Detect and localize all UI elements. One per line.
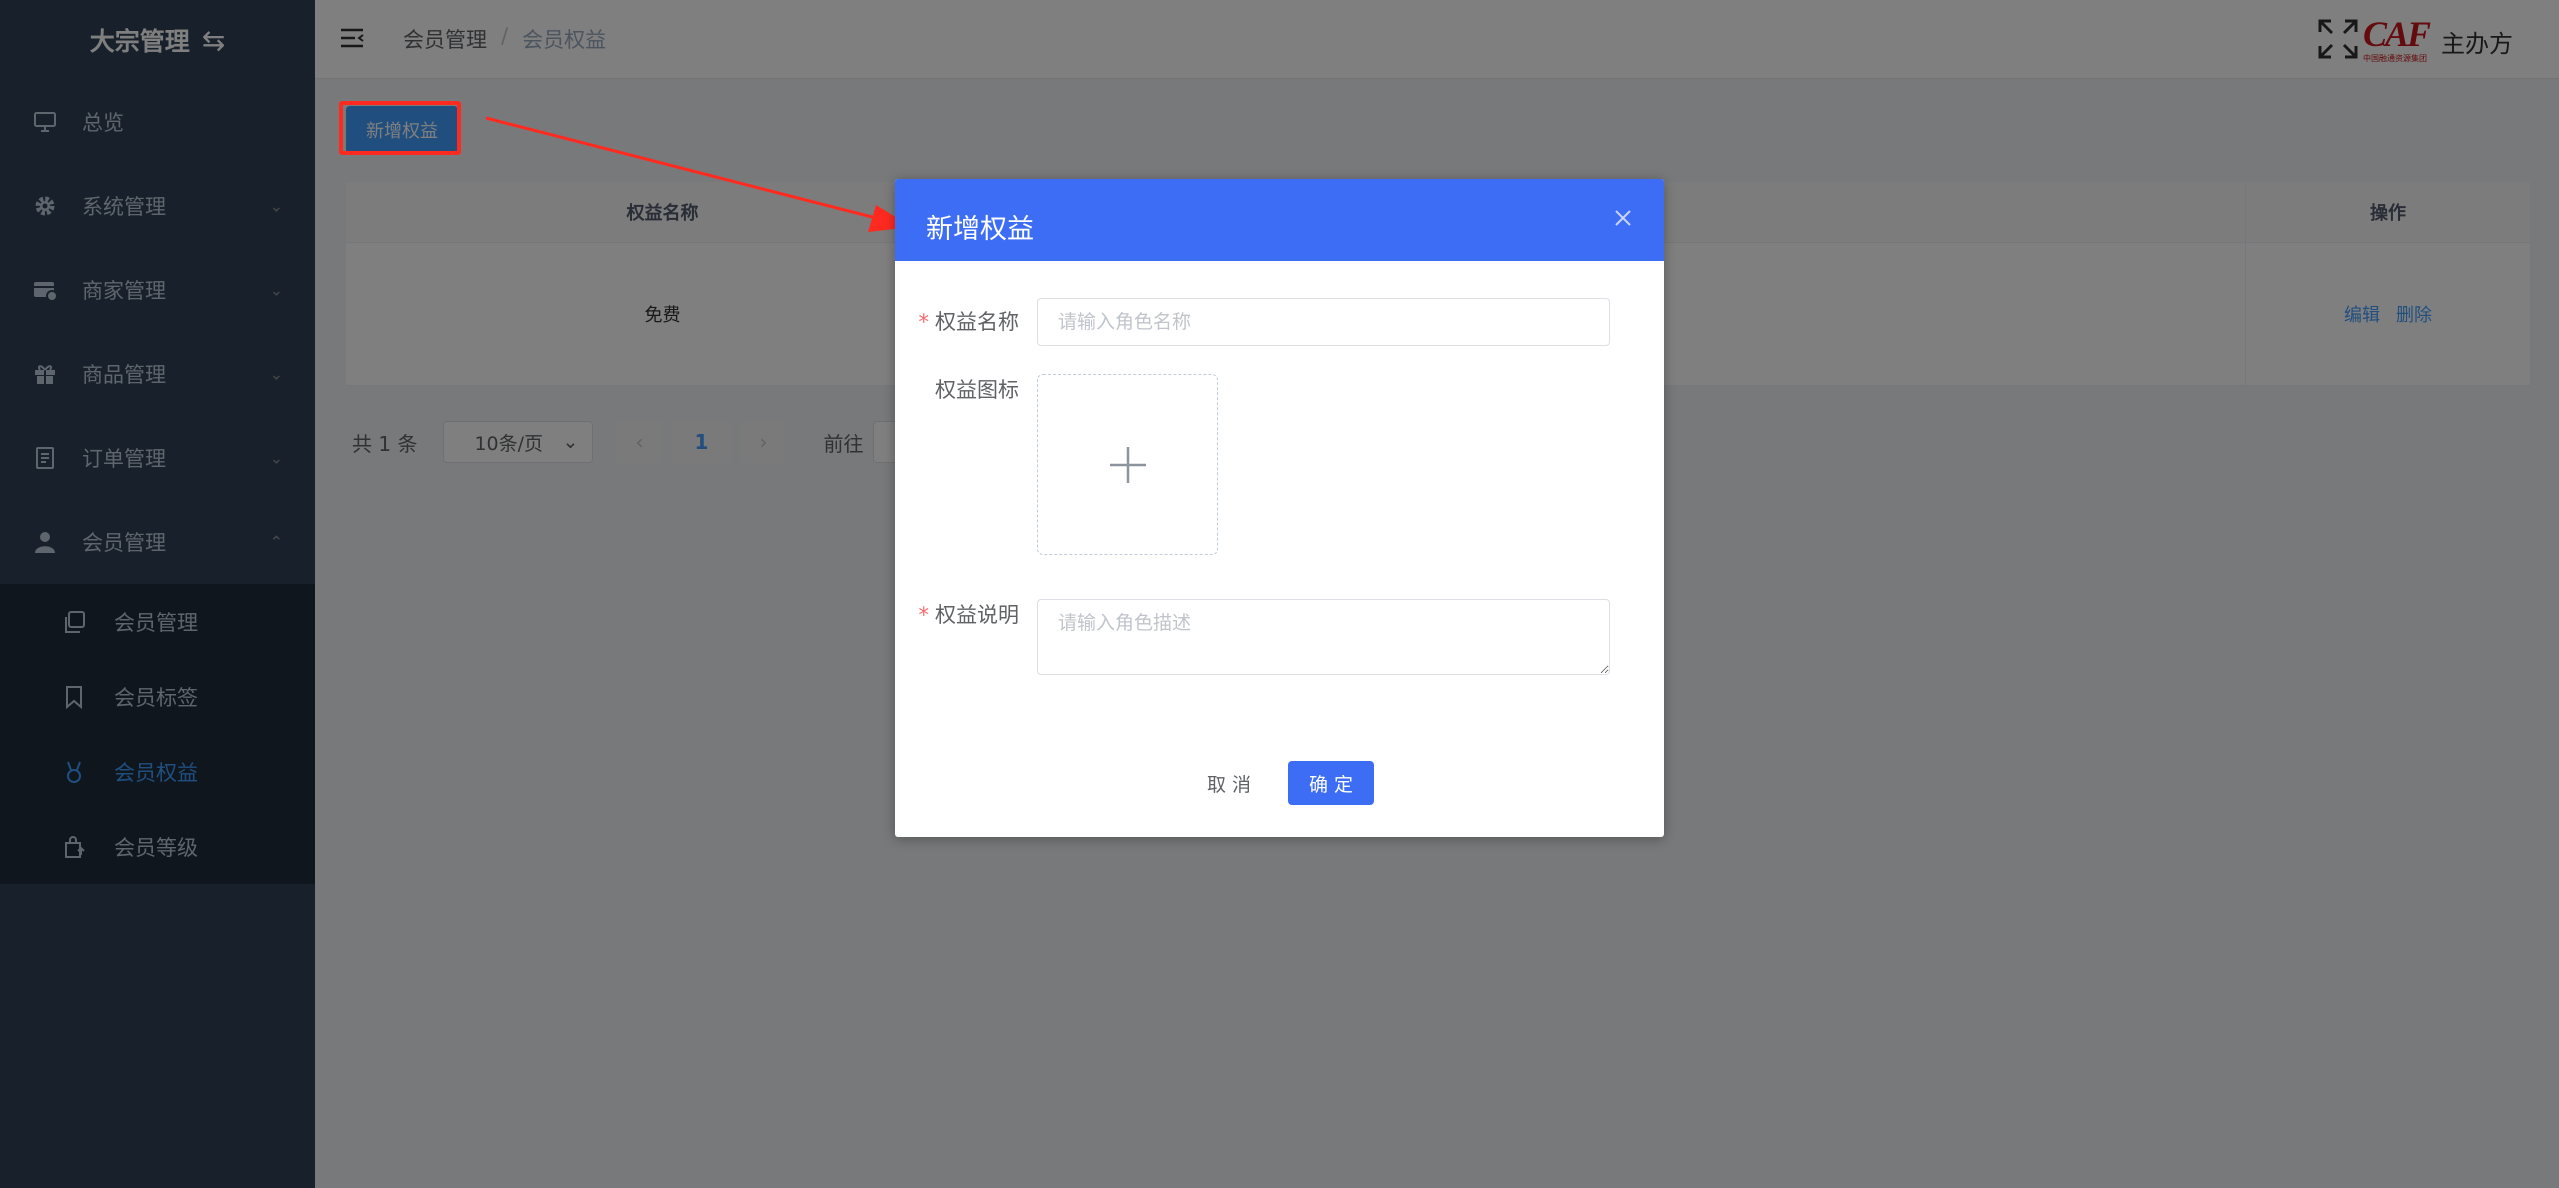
dialog-header: 新增权益 — [895, 179, 1664, 261]
right-name-input[interactable] — [1037, 298, 1610, 346]
right-description-textarea[interactable] — [1037, 599, 1610, 675]
required-mark: * — [918, 603, 930, 627]
form-row-icon: 权益图标 — [895, 374, 1218, 555]
form-row-name: * 权益名称 — [895, 298, 1610, 346]
close-icon[interactable] — [1612, 207, 1634, 229]
field-label: * 权益名称 — [918, 310, 1020, 334]
add-right-dialog: 新增权益 *权益名称 权益图标 *权益说明 取 消 确 定 — [895, 179, 1664, 837]
field-label: 权益图标 — [935, 378, 1019, 402]
icon-upload[interactable] — [1037, 374, 1218, 555]
dialog-title: 新增权益 — [926, 214, 1034, 245]
field-label: * 权益说明 — [918, 603, 1020, 627]
plus-icon — [1109, 446, 1146, 483]
form-row-desc: * 权益说明 — [895, 599, 1610, 675]
confirm-button[interactable]: 确 定 — [1288, 761, 1374, 805]
cancel-button[interactable]: 取 消 — [1193, 761, 1265, 805]
required-mark: * — [918, 310, 930, 334]
